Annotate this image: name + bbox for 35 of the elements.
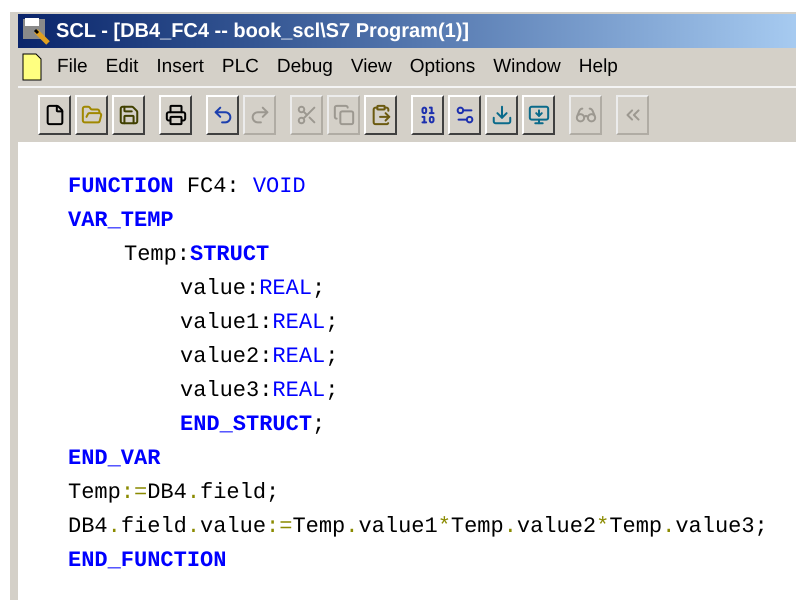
code-line: END_STRUCT; xyxy=(180,410,326,438)
menu-item[interactable]: Help xyxy=(576,52,621,82)
code-line: Temp:STRUCT xyxy=(124,240,270,268)
folder-icon xyxy=(80,104,102,126)
code-line: FUNCTION FC4: VOID xyxy=(68,172,306,200)
paste-icon xyxy=(370,104,392,126)
code-line: value:REAL; xyxy=(180,274,326,302)
code-line: END_FUNCTION xyxy=(68,546,226,574)
menu-item[interactable]: PLC xyxy=(218,52,262,82)
code-line: Temp:=DB4.field; xyxy=(68,478,280,506)
copy-icon xyxy=(332,104,354,126)
scissors-icon xyxy=(296,104,318,126)
undo-icon xyxy=(212,104,234,126)
download-icon xyxy=(490,104,512,126)
menu-item[interactable]: Insert xyxy=(153,52,207,82)
code-line: VAR_TEMP xyxy=(68,206,174,234)
app-logo-icon xyxy=(22,17,52,45)
window-title: SCL - [DB4_FC4 -- book_scl\S7 Program(1)] xyxy=(56,19,470,44)
document-icon xyxy=(22,53,42,81)
monitor-download-icon xyxy=(528,104,550,126)
printer-icon xyxy=(164,104,186,126)
menu-item[interactable]: Edit xyxy=(102,52,142,82)
menu-item[interactable]: Debug xyxy=(274,52,336,82)
code-line: DB4.field.value:=Temp.value1*Temp.value2*Temp.value3; xyxy=(68,512,768,540)
code-line: value1:REAL; xyxy=(180,308,338,336)
save-icon xyxy=(118,104,140,126)
menu-item[interactable]: View xyxy=(348,52,395,82)
code-line: END_VAR xyxy=(68,444,160,472)
redo-icon xyxy=(248,104,270,126)
menu-item[interactable]: File xyxy=(54,52,91,82)
code-line: value3:REAL; xyxy=(180,376,338,404)
code-line: value2:REAL; xyxy=(180,342,338,370)
new-file-icon xyxy=(44,104,66,126)
menu-item[interactable]: Window xyxy=(490,52,564,82)
menu-item[interactable]: Options xyxy=(406,52,478,82)
